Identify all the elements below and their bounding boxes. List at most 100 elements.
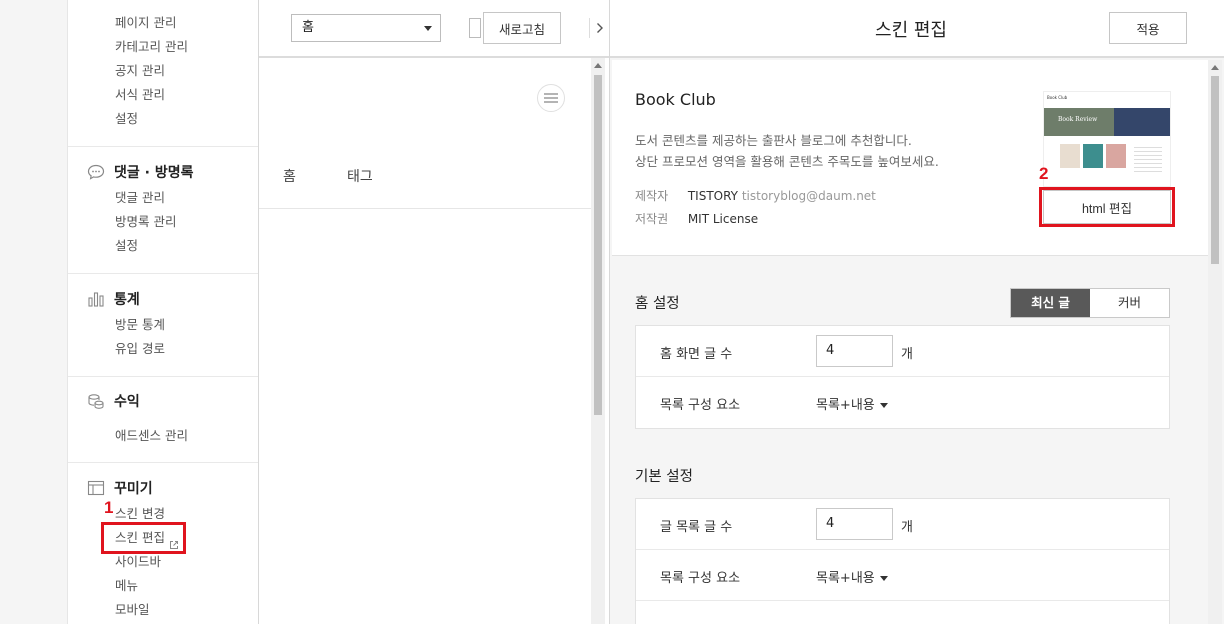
sidebar-section-stats: 통계 방문 통계 유입 경로 (68, 274, 258, 377)
scroll-up-icon (1211, 65, 1219, 70)
thumbnail-card (1083, 144, 1103, 168)
basic-post-count-label: 글 목록 글 수 (660, 520, 733, 535)
preview-pane: 홈 새로고침 홈 태그 (258, 0, 610, 624)
coins-icon (86, 391, 106, 411)
skin-license-label: 저작권 (635, 212, 669, 226)
skin-maker: TISTORY (687, 189, 738, 203)
basic-settings-title: 기본 설정 (635, 469, 693, 485)
sidebar-item-category-manage[interactable]: 카테고리 관리 (68, 35, 258, 59)
thumbnail-book-image (1114, 108, 1170, 136)
skin-name: Book Club (635, 90, 716, 109)
skin-description-line2: 상단 프로모션 영역을 활용해 콘텐츠 주목도를 높여보세요. (635, 154, 939, 169)
thumbnail-text-lines (1134, 144, 1162, 174)
preview-toolbar: 홈 새로고침 (259, 0, 609, 58)
home-post-count-unit: 개 (901, 347, 913, 362)
sidebar-heading-label: 통계 (114, 292, 140, 308)
annotation-highlight-skin-edit (101, 522, 186, 554)
collapse-preview-button[interactable] (589, 18, 609, 38)
preview-nav-home[interactable]: 홈 (283, 166, 296, 186)
home-list-elements-label: 목록 구성 요소 (660, 398, 741, 413)
tab-latest-posts[interactable]: 최신 글 (1011, 289, 1090, 317)
thumbnail-title: Book Review (1058, 116, 1098, 123)
editor-scrollbar[interactable] (1208, 60, 1222, 624)
sidebar-heading-stats[interactable]: 통계 (68, 288, 258, 310)
sidebar-heading-label: 수익 (114, 394, 140, 410)
sidebar-item-mobile[interactable]: 모바일 (68, 598, 258, 622)
skin-description-line1: 도서 콘텐츠를 제공하는 출판사 블로그에 추천합니다. (635, 133, 912, 148)
home-post-count-label: 홈 화면 글 수 (660, 347, 733, 362)
sidebar-heading-label: 댓글 · 방명록 (114, 165, 194, 181)
annotation-number-2: 2 (1039, 164, 1049, 183)
sidebar-item-referrer[interactable]: 유입 경로 (68, 337, 258, 361)
refresh-button[interactable]: 새로고침 (483, 12, 561, 44)
annotation-number-1: 1 (104, 498, 114, 517)
basic-list-elements-label: 목록 구성 요소 (660, 571, 741, 586)
sidebar-heading-revenue[interactable]: 수익 (68, 390, 258, 412)
skin-info-panel: Book Club 도서 콘텐츠를 제공하는 출판사 블로그에 추천합니다. 상… (612, 60, 1208, 256)
home-list-elements-dropdown[interactable]: 목록+내용 (816, 394, 888, 413)
thumbnail-card (1106, 144, 1126, 168)
home-settings-box: 홈 화면 글 수 4 개 목록 구성 요소 목록+내용 (635, 325, 1170, 429)
preview-frame: 홈 태그 (259, 58, 605, 624)
caret-down-icon (879, 403, 888, 408)
sidebar-item-visit-stats[interactable]: 방문 통계 (68, 313, 258, 337)
home-type-toggle: 최신 글 커버 (1010, 288, 1170, 318)
layout-icon (86, 478, 106, 498)
caret-down-icon (879, 576, 888, 581)
skin-maker-email: tistoryblog@daum.net (741, 189, 876, 203)
basic-post-count-unit: 개 (901, 520, 913, 535)
sidebar-item-menu[interactable]: 메뉴 (68, 574, 258, 598)
basic-post-count-input[interactable]: 4 (816, 508, 893, 540)
thumbnail-header: Book Club (1044, 92, 1170, 108)
sidebar-heading-label: 꾸미기 (114, 481, 153, 497)
home-post-count-row: 홈 화면 글 수 4 개 (636, 326, 1169, 377)
home-list-elements-row: 목록 구성 요소 목록+내용 (636, 377, 1169, 428)
sidebar-section-revenue: 수익 애드센스 관리 (68, 377, 258, 463)
home-list-elements-value: 목록+내용 (816, 398, 875, 413)
preview-scrollbar[interactable] (591, 58, 605, 624)
bar-chart-icon (86, 289, 106, 309)
editor-scrollbar-thumb[interactable] (1211, 76, 1219, 264)
thumbnail-logo: Book Club (1047, 95, 1068, 100)
sidebar-item-guestbook-manage[interactable]: 방명록 관리 (68, 210, 258, 234)
basic-settings-box: 글 목록 글 수 4 개 목록 구성 요소 목록+내용 (635, 498, 1170, 624)
sidebar-item-page-manage[interactable]: 페이지 관리 (68, 11, 258, 35)
thumbnail-hero: Book Review (1044, 108, 1170, 136)
skin-editor-pane: 스킨 편집 적용 Book Club 도서 콘텐츠를 제공하는 출판사 블로그에… (610, 0, 1224, 624)
skin-license: MIT License (687, 212, 759, 226)
apply-button[interactable]: 적용 (1109, 12, 1187, 44)
sidebar-item-adsense-manage[interactable]: 애드센스 관리 (68, 424, 258, 448)
basic-list-elements-dropdown[interactable]: 목록+내용 (816, 567, 888, 586)
sidebar-heading-comments[interactable]: 댓글 · 방명록 (68, 161, 258, 183)
preview-size-toggle[interactable] (469, 18, 481, 38)
basic-list-elements-value: 목록+내용 (816, 571, 875, 586)
home-settings-title: 홈 설정 (635, 296, 680, 312)
sidebar-section-content: 페이지 관리 카테고리 관리 공지 관리 서식 관리 설정 (68, 0, 258, 147)
tab-cover[interactable]: 커버 (1090, 289, 1169, 317)
scroll-up-icon (594, 63, 602, 68)
sidebar-item-content-settings[interactable]: 설정 (68, 107, 258, 131)
skin-thumbnail: Book Club Book Review (1043, 91, 1171, 187)
home-post-count-input[interactable]: 4 (816, 335, 893, 367)
preview-nav: 홈 태그 (259, 154, 591, 209)
sidebar-item-notice-manage[interactable]: 공지 관리 (68, 59, 258, 83)
basic-settings-next-row (636, 601, 1169, 624)
preview-nav-tag[interactable]: 태그 (347, 166, 373, 186)
sidebar-item-comment-settings[interactable]: 설정 (68, 234, 258, 258)
sidebar-item-template-manage[interactable]: 서식 관리 (68, 83, 258, 107)
chevron-right-icon (596, 23, 603, 33)
sidebar-heading-decorate[interactable]: 꾸미기 (68, 477, 258, 499)
skin-maker-row: 제작자 TISTORY tistoryblog@daum.net (635, 187, 876, 204)
preview-scrollbar-thumb[interactable] (594, 75, 602, 415)
basic-post-count-row: 글 목록 글 수 4 개 (636, 499, 1169, 550)
speech-bubble-icon (86, 162, 106, 182)
skin-license-row: 저작권 MIT License (635, 210, 758, 227)
hamburger-menu-icon[interactable] (537, 84, 565, 112)
preview-page-select-value: 홈 (302, 20, 314, 35)
basic-list-elements-row: 목록 구성 요소 목록+내용 (636, 550, 1169, 601)
skin-maker-label: 제작자 (635, 189, 669, 203)
annotation-highlight-html-edit (1039, 187, 1175, 227)
preview-page-select[interactable]: 홈 (291, 14, 441, 42)
sidebar-item-comment-manage[interactable]: 댓글 관리 (68, 186, 258, 210)
sidebar-section-comments: 댓글 · 방명록 댓글 관리 방명록 관리 설정 (68, 147, 258, 274)
